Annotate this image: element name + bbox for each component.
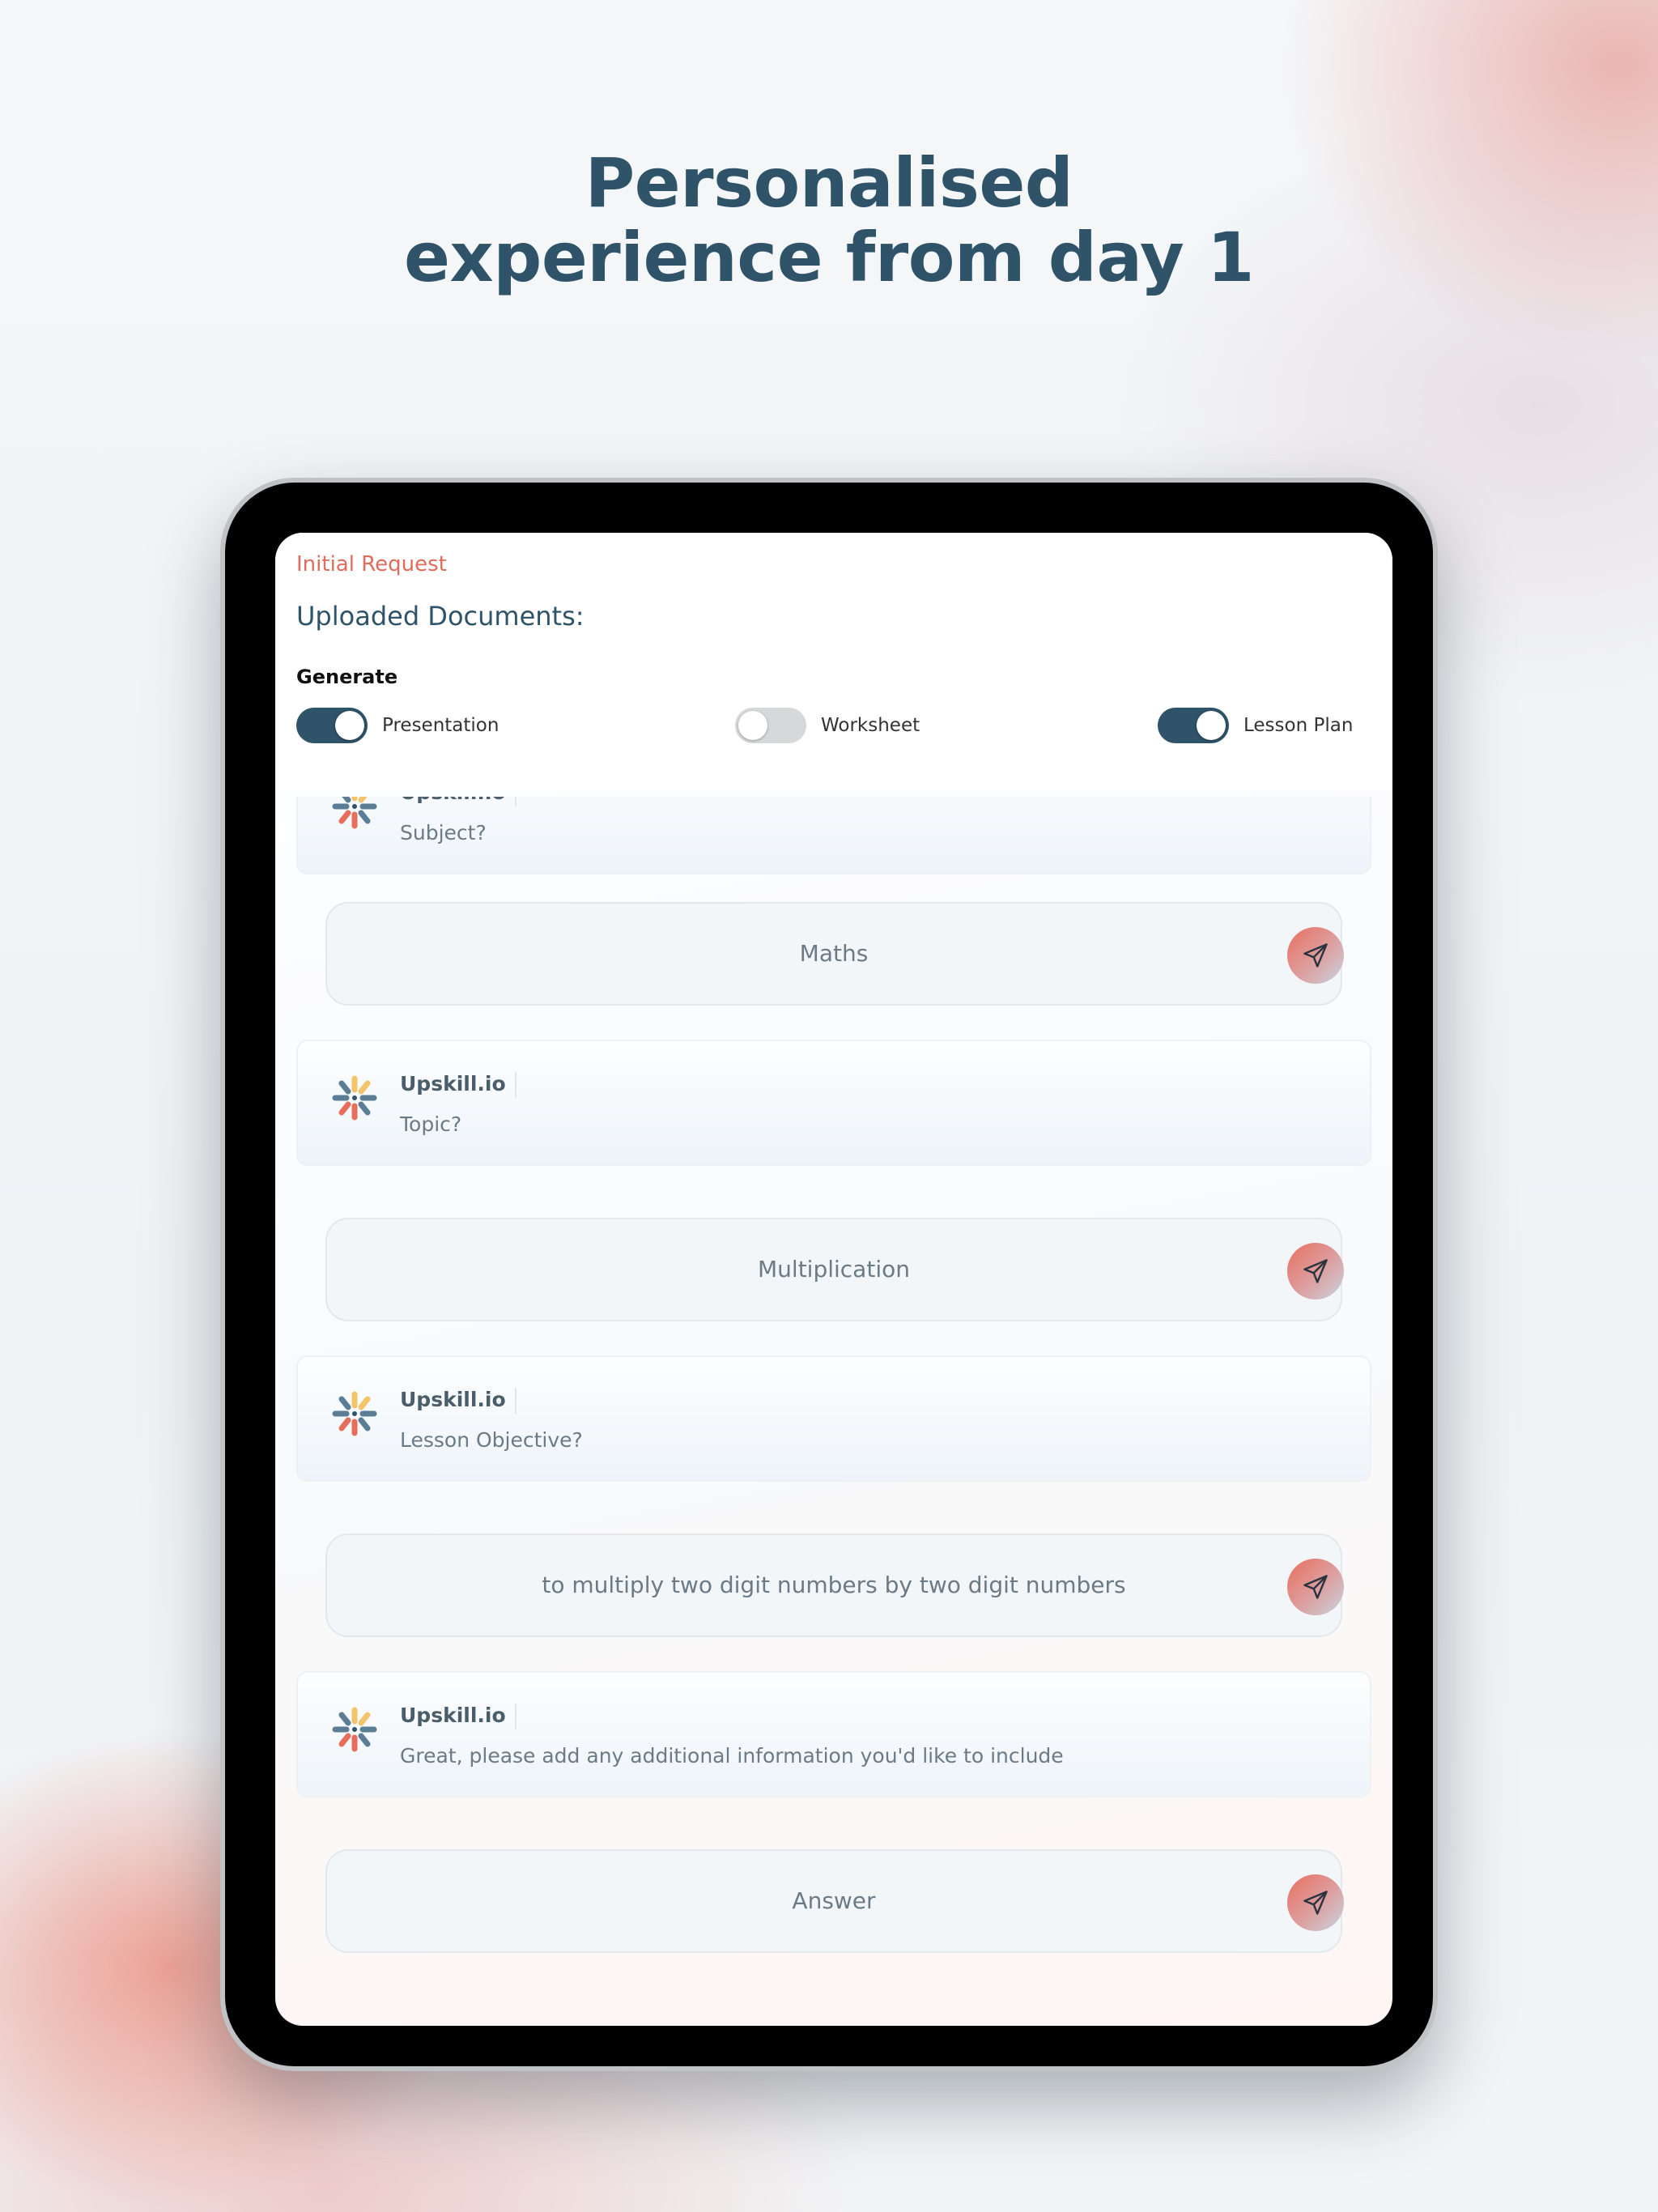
presentation-label: Presentation [382, 715, 500, 736]
request-header: Initial Request Uploaded Documents: Gene… [275, 533, 1392, 790]
generate-label: Generate [296, 666, 398, 688]
paper-plane-icon [1303, 943, 1328, 968]
answer-field[interactable]: Multiplication [325, 1218, 1344, 1321]
bot-question: Topic? [400, 1112, 462, 1136]
send-button[interactable] [1287, 1874, 1344, 1931]
switch-knob [335, 711, 364, 740]
answer-text: Multiplication [758, 1256, 910, 1283]
send-button[interactable] [1287, 927, 1344, 984]
lesson-plan-switch[interactable] [1158, 708, 1229, 743]
answer-field[interactable]: Maths [325, 902, 1344, 1006]
bot-name: Upskill.io [400, 1388, 506, 1411]
switch-knob [1197, 711, 1226, 740]
upskill-logo-icon [332, 797, 377, 829]
send-button[interactable] [1287, 1559, 1344, 1615]
toggle-presentation[interactable]: Presentation [296, 708, 499, 743]
answer-placeholder: Answer [792, 1887, 876, 1914]
divider [515, 797, 517, 806]
upskill-logo-icon [332, 1391, 377, 1436]
app-screen: Initial Request Uploaded Documents: Gene… [275, 533, 1392, 2026]
chat-scroll-area[interactable]: Upskill.io Subject? Maths [275, 797, 1392, 2026]
bot-name: Upskill.io [400, 1704, 506, 1727]
initial-request-link[interactable]: Initial Request [296, 552, 447, 576]
tablet-bezel: Initial Request Uploaded Documents: Gene… [225, 483, 1433, 2066]
paper-plane-icon [1303, 1575, 1328, 1599]
worksheet-switch[interactable] [735, 708, 806, 743]
worksheet-label: Worksheet [821, 715, 920, 736]
bot-message: Upskill.io Lesson Objective? [296, 1355, 1371, 1482]
lesson-plan-label: Lesson Plan [1244, 715, 1354, 736]
answer-text: Maths [799, 940, 869, 967]
divider [515, 1388, 517, 1414]
upskill-logo-icon [332, 1075, 377, 1121]
paper-plane-icon [1303, 1259, 1328, 1283]
bot-name: Upskill.io [400, 797, 506, 804]
bot-question: Great, please add any additional informa… [400, 1744, 1064, 1767]
divider [515, 1704, 517, 1729]
divider [515, 1072, 517, 1098]
uploaded-documents-label: Uploaded Documents: [296, 601, 585, 632]
bot-message: Upskill.io Great, please add any additio… [296, 1671, 1371, 1797]
paper-plane-icon [1303, 1891, 1328, 1915]
bot-message: Upskill.io Topic? [296, 1040, 1371, 1166]
headline-line-2: experience from day 1 [404, 218, 1254, 297]
switch-knob [738, 711, 767, 740]
answer-field[interactable]: to multiply two digit numbers by two dig… [325, 1534, 1344, 1637]
toggle-lesson-plan[interactable]: Lesson Plan [1158, 708, 1353, 743]
answer-text: to multiply two digit numbers by two dig… [542, 1572, 1126, 1598]
bot-message: Upskill.io Subject? [296, 797, 1371, 874]
bot-question: Subject? [400, 821, 487, 844]
presentation-switch[interactable] [296, 708, 368, 743]
headline: Personalised experience from day 1 [0, 146, 1658, 295]
headline-line-1: Personalised [585, 143, 1073, 223]
tablet-frame: Initial Request Uploaded Documents: Gene… [220, 478, 1438, 2071]
bot-name: Upskill.io [400, 1072, 506, 1095]
bot-question: Lesson Objective? [400, 1428, 583, 1452]
toggle-worksheet[interactable]: Worksheet [735, 708, 920, 743]
upskill-logo-icon [332, 1707, 377, 1752]
answer-field[interactable]: Answer [325, 1849, 1344, 1953]
send-button[interactable] [1287, 1243, 1344, 1300]
